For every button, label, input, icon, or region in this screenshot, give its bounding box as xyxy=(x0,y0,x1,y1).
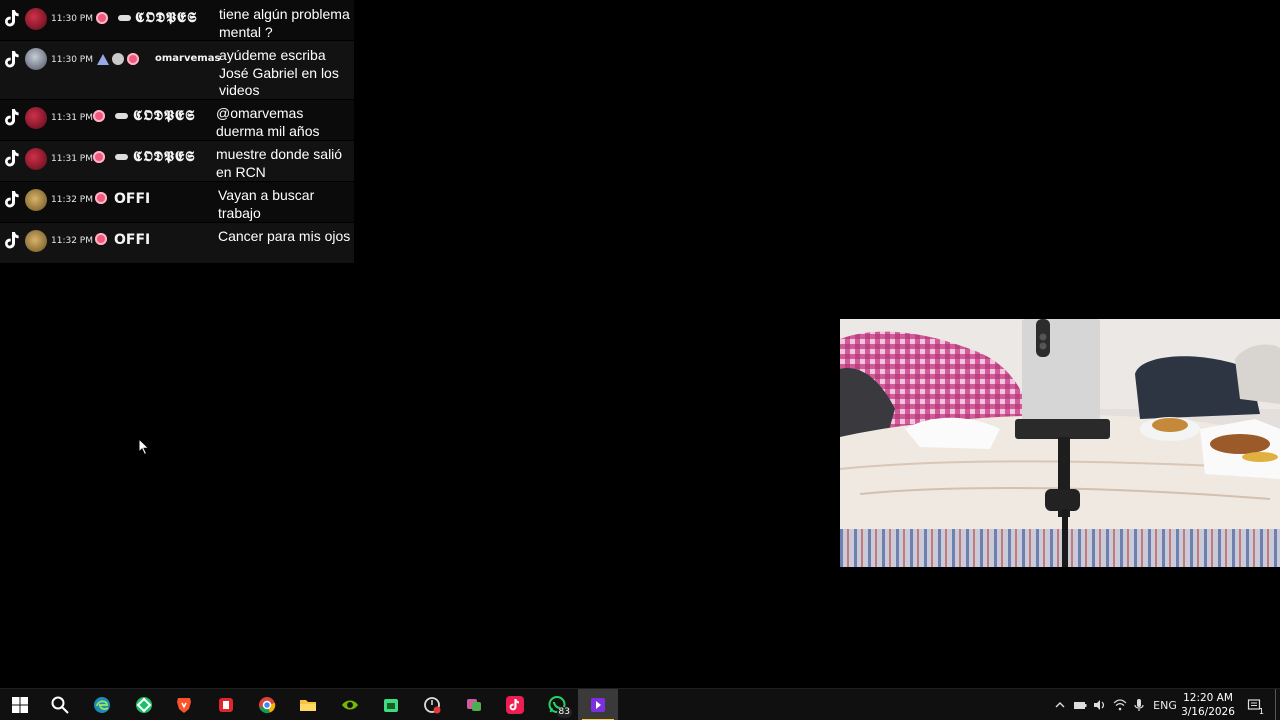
username[interactable]: 𝕮𝕺𝕯𝕻𝕰𝕾 xyxy=(133,108,195,124)
notification-count: 1 xyxy=(1258,707,1264,716)
clock-app-icon xyxy=(424,697,441,714)
level-badge-icon xyxy=(115,154,128,160)
android-icon xyxy=(384,699,398,712)
tiktok-app-icon xyxy=(506,696,524,714)
tiktok-icon xyxy=(5,51,19,68)
battery-indicator[interactable] xyxy=(1071,689,1089,720)
tiktok-icon xyxy=(5,109,19,126)
gift-badge-icon xyxy=(95,192,107,204)
clock-date: 3/16/2026 xyxy=(1181,706,1235,718)
taskbar-app-gamebar[interactable] xyxy=(124,689,164,720)
message-time: 11:31 PM xyxy=(51,154,93,164)
gamebar-icon xyxy=(136,697,152,713)
show-hidden-icons[interactable] xyxy=(1052,689,1068,720)
folder-icon xyxy=(300,700,316,711)
message-time: 11:30 PM xyxy=(51,14,93,24)
username[interactable]: OFFI xyxy=(114,232,150,248)
taskbar-app-whatsapp[interactable]: 83 xyxy=(537,689,577,720)
avatar[interactable] xyxy=(25,8,47,30)
username[interactable]: 𝕮𝕺𝕯𝕻𝕰𝕾 xyxy=(133,149,195,165)
gift-badge-icon xyxy=(127,53,139,65)
tiktok-icon xyxy=(5,232,19,249)
microphone-indicator[interactable] xyxy=(1131,689,1147,720)
clock[interactable]: 12:20 AM 3/16/2026 xyxy=(1178,691,1238,719)
message-time: 11:31 PM xyxy=(51,113,93,123)
nvidia-icon xyxy=(342,700,358,710)
chat-message: 11:31 PM 𝕮𝕺𝕯𝕻𝕰𝕾 muestre donde salió en R… xyxy=(0,141,354,182)
network-indicator[interactable] xyxy=(1111,689,1129,720)
message-text: tiene algún problema mental ? xyxy=(219,6,350,40)
taskbar-app-chrome[interactable] xyxy=(247,689,287,720)
message-text: Cancer para mis ojos xyxy=(218,228,351,244)
taskbar-app-streamer[interactable] xyxy=(578,689,618,720)
heart-badge-icon xyxy=(112,53,124,65)
taskbar: 83 ENG 12:20 AM 3/16/2026 1 xyxy=(0,688,1280,720)
snip-app-icon xyxy=(467,699,481,711)
speaker-icon xyxy=(1094,700,1105,710)
taskbar-app-clock[interactable] xyxy=(412,689,452,720)
chat-message: 11:31 PM 𝕮𝕺𝕯𝕻𝕰𝕾 @omarvemas duerma mil añ… xyxy=(0,100,354,141)
message-time: 11:30 PM xyxy=(51,55,93,65)
message-text: @omarvemas duerma mil años xyxy=(216,105,320,139)
message-text: Vayan a buscar trabajo xyxy=(218,187,315,221)
taskbar-app-red[interactable] xyxy=(206,689,246,720)
taskbar-app-tiktok[interactable] xyxy=(495,689,535,720)
taskbar-app-file-explorer[interactable] xyxy=(288,689,328,720)
username[interactable]: 𝕮𝕺𝕯𝕻𝕰𝕾 xyxy=(135,10,197,26)
notification-center-button[interactable]: 1 xyxy=(1243,689,1265,720)
clock-time: 12:20 AM xyxy=(1183,692,1233,704)
gift-badge-icon xyxy=(93,110,105,122)
username[interactable]: OFFI xyxy=(114,191,150,207)
username[interactable]: omarvemas xyxy=(155,53,220,64)
gift-badge-icon xyxy=(93,151,105,163)
microphone-icon xyxy=(1134,699,1144,711)
level-badge-icon xyxy=(115,113,128,119)
taskbar-app-android[interactable] xyxy=(371,689,411,720)
camera-feed xyxy=(840,319,1280,567)
tiktok-icon xyxy=(5,191,19,208)
language-indicator[interactable]: ENG xyxy=(1151,689,1179,720)
windows-icon xyxy=(12,697,28,713)
mouse-cursor-icon xyxy=(138,438,150,456)
show-desktop-button[interactable] xyxy=(1275,689,1276,720)
avatar[interactable] xyxy=(25,230,47,252)
message-text: muestre donde salió en RCN xyxy=(216,146,343,180)
message-time: 11:32 PM xyxy=(51,236,93,246)
avatar[interactable] xyxy=(25,48,47,70)
chevron-up-icon xyxy=(1055,702,1065,708)
taskbar-app-edge[interactable] xyxy=(82,689,122,720)
chat-message: 11:30 PM 𝕮𝕺𝕯𝕻𝕰𝕾 tiene algún problema men… xyxy=(0,0,354,41)
taskbar-app-brave[interactable] xyxy=(164,689,204,720)
search-icon xyxy=(51,696,69,714)
level-badge-icon xyxy=(118,15,131,21)
chat-message: 11:30 PM omarvemas ayúdeme escriba José … xyxy=(0,41,354,100)
gift-badge-icon xyxy=(96,12,108,24)
moderator-badge-icon xyxy=(97,53,109,65)
avatar[interactable] xyxy=(25,189,47,211)
battery-icon xyxy=(1074,702,1087,709)
streamer-app-icon xyxy=(591,698,605,712)
edge-icon xyxy=(94,697,110,713)
volume-indicator[interactable] xyxy=(1090,689,1108,720)
avatar[interactable] xyxy=(25,148,47,170)
notification-badge: 83 xyxy=(556,707,572,718)
brave-icon xyxy=(177,698,191,713)
camera-image xyxy=(840,319,1280,567)
avatar[interactable] xyxy=(25,107,47,129)
tiktok-icon xyxy=(5,150,19,167)
chrome-icon xyxy=(259,697,276,714)
chat-message: 11:32 PM OFFI Cancer para mis ojos xyxy=(0,223,354,264)
chat-message: 11:32 PM OFFI Vayan a buscar trabajo xyxy=(0,182,354,223)
gift-badge-icon xyxy=(95,233,107,245)
message-time: 11:32 PM xyxy=(51,195,93,205)
message-text: ayúdeme escriba José Gabriel en los vide… xyxy=(219,47,339,98)
wifi-icon xyxy=(1113,699,1127,711)
taskbar-app-snip[interactable] xyxy=(454,689,494,720)
tiktok-icon xyxy=(5,10,19,27)
start-button[interactable] xyxy=(0,689,40,720)
chat-overlay: 11:30 PM 𝕮𝕺𝕯𝕻𝕰𝕾 tiene algún problema men… xyxy=(0,0,354,264)
red-app-icon xyxy=(219,698,233,712)
taskbar-app-nvidia[interactable] xyxy=(330,689,370,720)
search-button[interactable] xyxy=(40,689,80,720)
